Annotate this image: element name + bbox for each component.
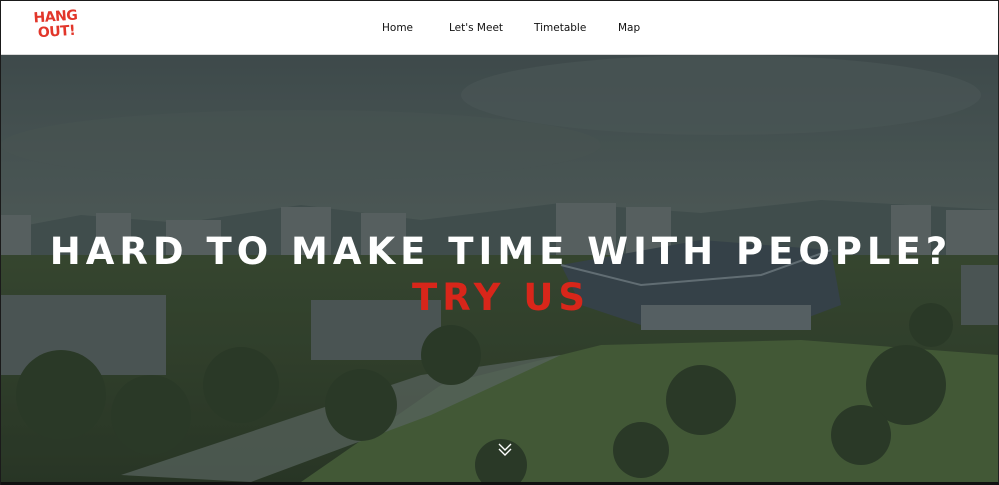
nav-link-home[interactable]: Home — [382, 22, 413, 34]
try-us-cta[interactable]: TRY US — [1, 276, 998, 319]
nav-link-lets-meet[interactable]: Let's Meet — [449, 22, 503, 34]
hero-headline: HARD TO MAKE TIME WITH PEOPLE? — [49, 230, 953, 273]
nav-link-timetable[interactable]: Timetable — [534, 22, 586, 34]
nav-menu: Home Let's Meet Timetable Map — [1, 1, 998, 54]
chevron-double-down-icon[interactable] — [497, 441, 513, 457]
navbar: HANG OUT! Home Let's Meet Timetable Map — [1, 1, 998, 55]
nav-link-map[interactable]: Map — [618, 22, 640, 34]
hero-section: HARD TO MAKE TIME WITH PEOPLE? TRY US — [1, 55, 998, 482]
browser-viewport: HANG OUT! Home Let's Meet Timetable Map — [1, 1, 999, 485]
